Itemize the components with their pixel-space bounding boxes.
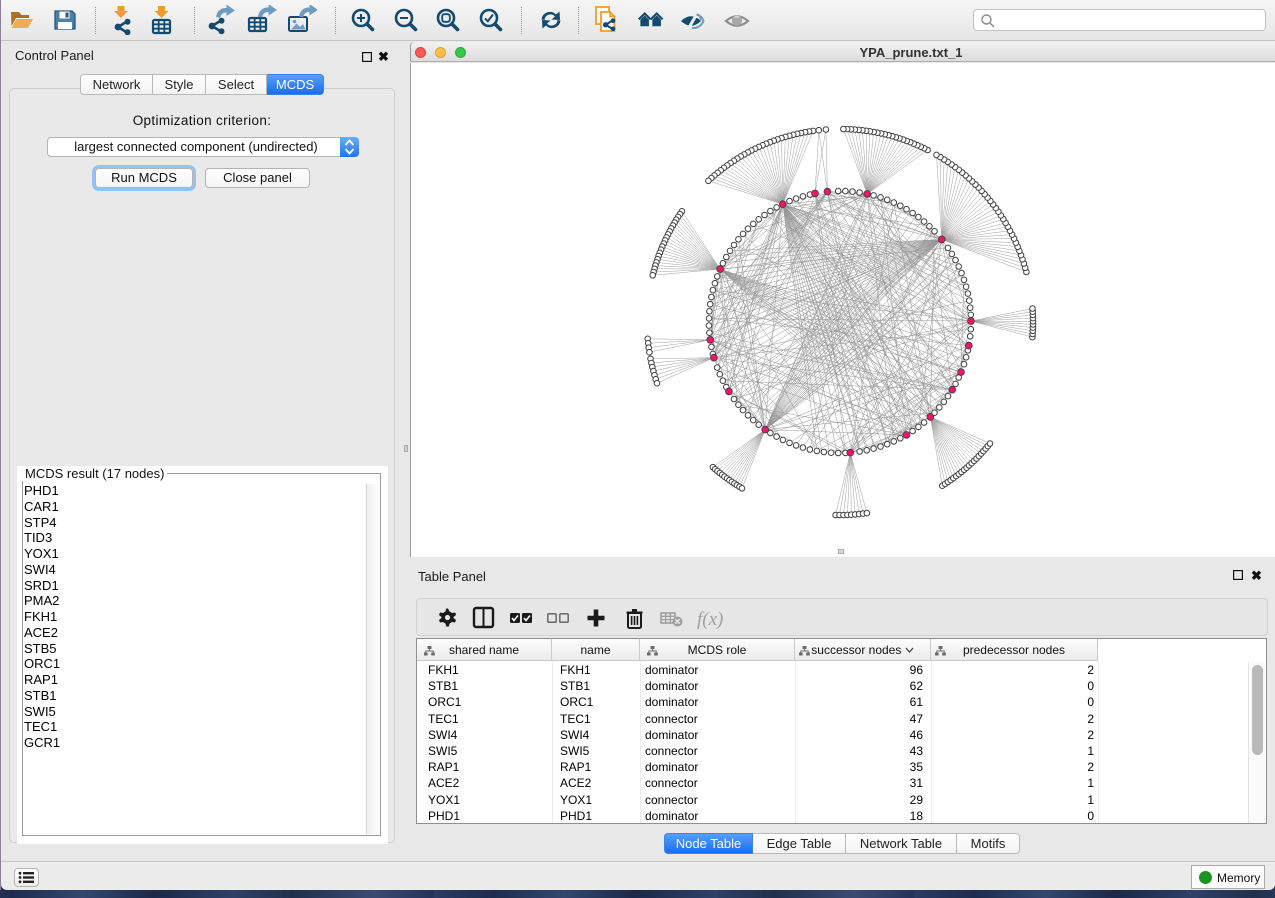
svg-text:f(x): f(x) — [697, 609, 723, 630]
